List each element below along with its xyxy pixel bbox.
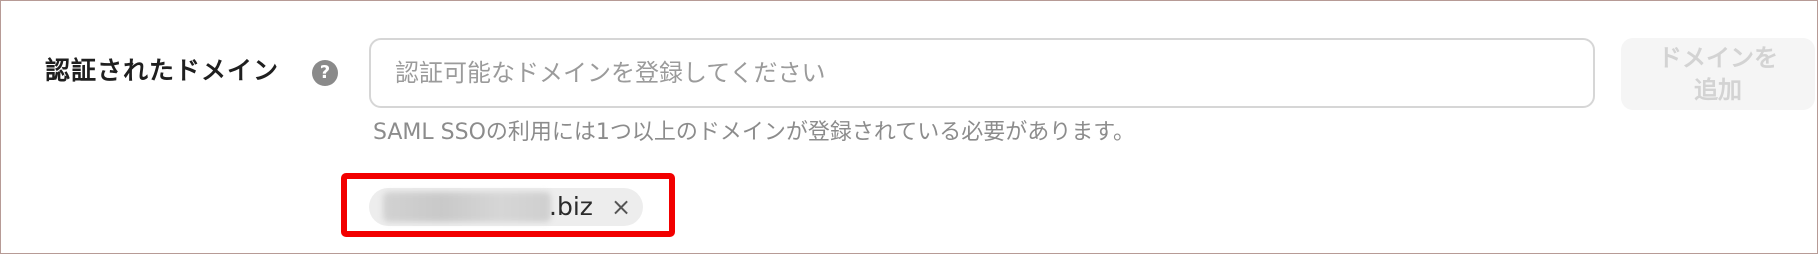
domain-chip: .biz × [369, 188, 643, 226]
redacted-domain-blur [383, 192, 551, 222]
domain-helper-text: SAML SSOの利用には1つ以上のドメインが登録されている必要があります。 [373, 120, 1136, 145]
domain-chip-suffix: .biz [549, 192, 593, 221]
domain-input[interactable] [369, 38, 1595, 108]
remove-domain-icon[interactable]: × [609, 190, 633, 224]
settings-panel: 認証されたドメイン ? ドメインを追加 SAML SSOの利用には1つ以上のドメ… [0, 0, 1818, 254]
help-icon[interactable]: ? [312, 60, 338, 86]
add-domain-button[interactable]: ドメインを追加 [1621, 38, 1815, 110]
verified-domains-label: 認証されたドメイン [45, 56, 280, 85]
